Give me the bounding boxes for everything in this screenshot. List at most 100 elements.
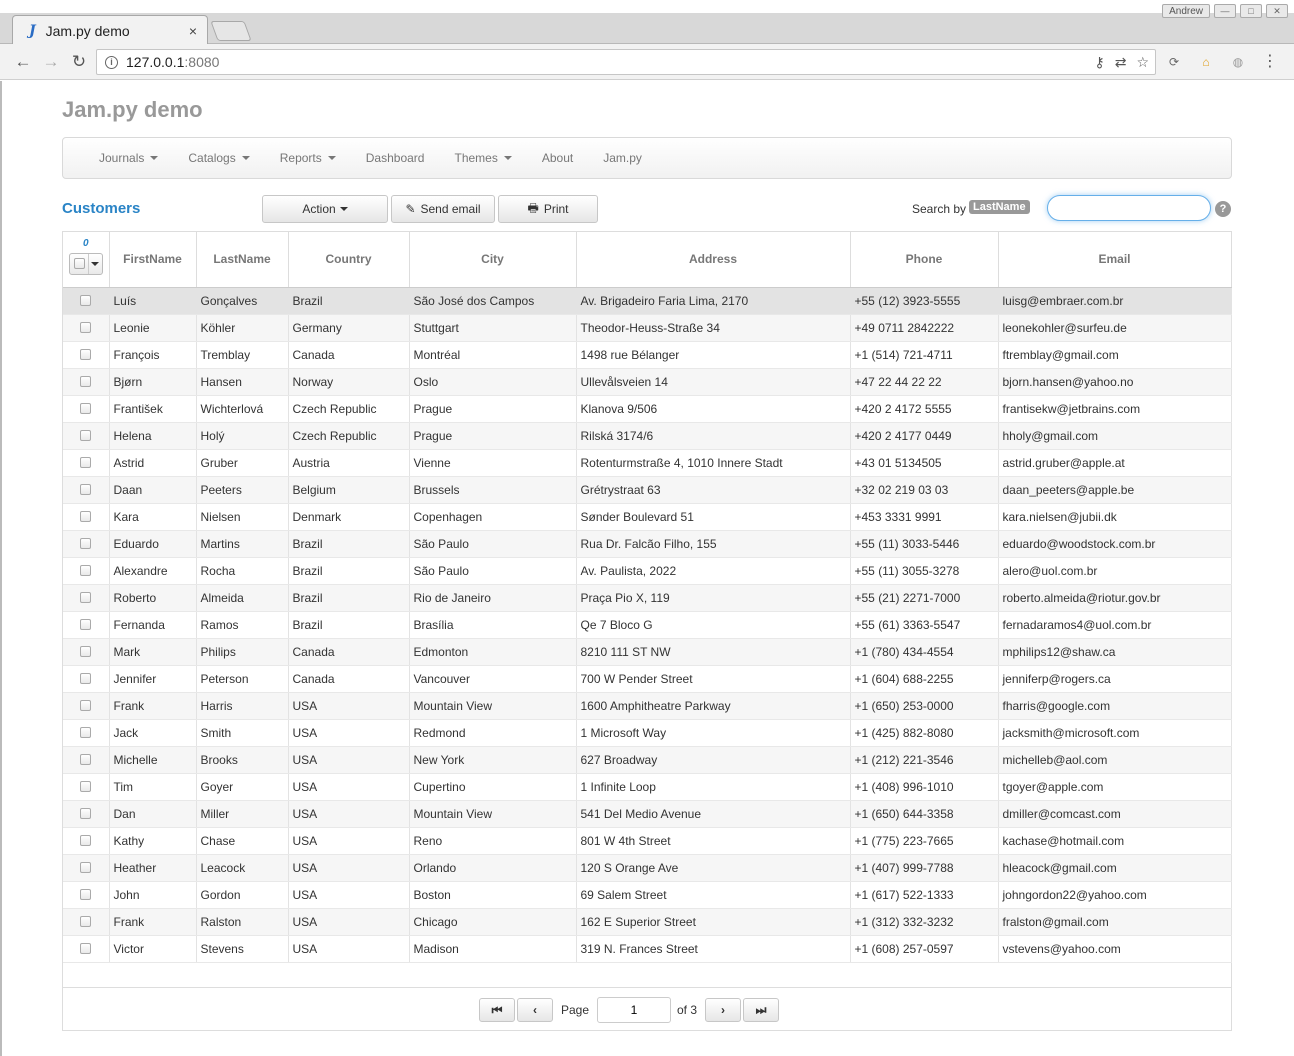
cell-country[interactable]: Brazil: [288, 557, 410, 585]
cell-firstname[interactable]: Bjørn: [109, 368, 197, 396]
cell-country[interactable]: USA: [288, 719, 410, 747]
cell-country[interactable]: USA: [288, 800, 410, 828]
cell-firstname[interactable]: Heather: [109, 854, 197, 882]
cell-lastname[interactable]: Martins: [196, 530, 289, 558]
cell-country[interactable]: Czech Republic: [288, 422, 410, 450]
row-checkbox[interactable]: [80, 673, 92, 684]
column-header-country[interactable]: Country: [288, 232, 410, 288]
cell-country[interactable]: Brazil: [288, 611, 410, 639]
table-row[interactable]: Dan Miller USA Mountain View 541 Del Medio A…: [63, 800, 1232, 828]
menu-item-reports[interactable]: Reports: [265, 138, 351, 178]
cell-address[interactable]: Ullevålsveien 14: [576, 368, 851, 396]
cell-email[interactable]: jenniferp@rogers.ca: [998, 665, 1232, 693]
cell-phone[interactable]: +55 (21) 2271-7000: [850, 584, 999, 612]
cell-country[interactable]: Brazil: [288, 584, 410, 612]
cell-lastname[interactable]: Köhler: [196, 314, 289, 342]
table-row[interactable]: Kara Nielsen Denmark Copenhagen Sønder Boule…: [63, 503, 1232, 531]
column-header-phone[interactable]: Phone: [850, 232, 999, 288]
cell-city[interactable]: Oslo: [409, 368, 577, 396]
cell-address[interactable]: 627 Broadway: [576, 746, 851, 774]
cell-email[interactable]: tgoyer@apple.com: [998, 773, 1232, 801]
cell-phone[interactable]: +1 (604) 688-2255: [850, 665, 999, 693]
row-checkbox[interactable]: [80, 403, 92, 414]
last-page-button[interactable]: ⏭: [743, 998, 779, 1022]
cell-city[interactable]: Brasília: [409, 611, 577, 639]
column-header-city[interactable]: City: [409, 232, 577, 288]
table-row[interactable]: Astrid Gruber Austria Vienne Rotenturmstraße…: [63, 449, 1232, 477]
cell-country[interactable]: Brazil: [288, 287, 410, 315]
cell-email[interactable]: alero@uol.com.br: [998, 557, 1232, 585]
cell-country[interactable]: Brazil: [288, 530, 410, 558]
cell-address[interactable]: Grétrystraat 63: [576, 476, 851, 504]
row-checkbox[interactable]: [80, 538, 92, 549]
cell-city[interactable]: Mountain View: [409, 800, 577, 828]
cell-country[interactable]: USA: [288, 935, 410, 963]
cell-phone[interactable]: +1 (407) 999-7788: [850, 854, 999, 882]
cell-city[interactable]: Vienne: [409, 449, 577, 477]
cell-city[interactable]: Vancouver: [409, 665, 577, 693]
cell-email[interactable]: michelleb@aol.com: [998, 746, 1232, 774]
first-page-button[interactable]: ⏮: [479, 998, 515, 1022]
extension-home-icon[interactable]: ⌂: [1197, 53, 1215, 71]
cell-phone[interactable]: +55 (12) 3923-5555: [850, 287, 999, 315]
table-row[interactable]: Alexandre Rocha Brazil São Paulo Av. Paulist…: [63, 557, 1232, 585]
cell-email[interactable]: eduardo@woodstock.com.br: [998, 530, 1232, 558]
table-row[interactable]: Jack Smith USA Redmond 1 Microsoft Way +1 (42…: [63, 719, 1232, 747]
maximize-icon[interactable]: □: [1240, 4, 1262, 18]
cell-city[interactable]: Chicago: [409, 908, 577, 936]
next-page-button[interactable]: ›: [705, 998, 741, 1022]
cell-address[interactable]: 541 Del Medio Avenue: [576, 800, 851, 828]
print-button[interactable]: 🖶 Print: [498, 195, 598, 223]
help-icon[interactable]: ?: [1215, 201, 1231, 217]
extension-sync-icon[interactable]: ⟳: [1165, 53, 1183, 71]
cell-country[interactable]: Belgium: [288, 476, 410, 504]
cell-phone[interactable]: +32 02 219 03 03: [850, 476, 999, 504]
cell-phone[interactable]: +43 01 5134505: [850, 449, 999, 477]
back-arrow-icon[interactable]: ←: [12, 51, 34, 73]
cell-email[interactable]: mphilips12@shaw.ca: [998, 638, 1232, 666]
cell-phone[interactable]: +1 (775) 223-7665: [850, 827, 999, 855]
table-row[interactable]: Fernanda Ramos Brazil Brasília Qe 7 Bloco G +…: [63, 611, 1232, 639]
page-number-input[interactable]: [597, 997, 671, 1023]
cell-city[interactable]: São Paulo: [409, 530, 577, 558]
cell-email[interactable]: fharris@google.com: [998, 692, 1232, 720]
cell-email[interactable]: fralston@gmail.com: [998, 908, 1232, 936]
cell-country[interactable]: Canada: [288, 665, 410, 693]
table-row[interactable]: Roberto Almeida Brazil Rio de Janeiro Praça …: [63, 584, 1232, 612]
table-row[interactable]: Frank Ralston USA Chicago 162 E Superior Str…: [63, 908, 1232, 936]
cell-address[interactable]: 8210 111 ST NW: [576, 638, 851, 666]
cell-email[interactable]: astrid.gruber@apple.at: [998, 449, 1232, 477]
cell-address[interactable]: Av. Paulista, 2022: [576, 557, 851, 585]
cell-lastname[interactable]: Hansen: [196, 368, 289, 396]
cell-phone[interactable]: +1 (408) 996-1010: [850, 773, 999, 801]
table-row[interactable]: Luís Gonçalves Brazil São José dos Campos Av…: [63, 287, 1232, 315]
cell-country[interactable]: Canada: [288, 341, 410, 369]
cell-phone[interactable]: +1 (425) 882-8080: [850, 719, 999, 747]
cell-address[interactable]: 69 Salem Street: [576, 881, 851, 909]
cell-city[interactable]: Edmonton: [409, 638, 577, 666]
new-tab-button[interactable]: [210, 21, 252, 41]
cell-firstname[interactable]: Frank: [109, 692, 197, 720]
cell-city[interactable]: Prague: [409, 395, 577, 423]
cell-firstname[interactable]: Kathy: [109, 827, 197, 855]
cell-city[interactable]: Copenhagen: [409, 503, 577, 531]
cell-phone[interactable]: +1 (608) 257-0597: [850, 935, 999, 963]
cell-phone[interactable]: +55 (11) 3033-5446: [850, 530, 999, 558]
cell-country[interactable]: USA: [288, 773, 410, 801]
cell-address[interactable]: 319 N. Frances Street: [576, 935, 851, 963]
cell-address[interactable]: 1 Microsoft Way: [576, 719, 851, 747]
cell-firstname[interactable]: Jennifer: [109, 665, 197, 693]
cell-lastname[interactable]: Nielsen: [196, 503, 289, 531]
cell-country[interactable]: USA: [288, 908, 410, 936]
cell-lastname[interactable]: Harris: [196, 692, 289, 720]
cell-lastname[interactable]: Rocha: [196, 557, 289, 585]
cell-phone[interactable]: +1 (212) 221-3546: [850, 746, 999, 774]
cell-city[interactable]: New York: [409, 746, 577, 774]
cell-email[interactable]: bjorn.hansen@yahoo.no: [998, 368, 1232, 396]
cell-phone[interactable]: +55 (11) 3055-3278: [850, 557, 999, 585]
cell-lastname[interactable]: Ralston: [196, 908, 289, 936]
cell-address[interactable]: Rilská 3174/6: [576, 422, 851, 450]
cell-firstname[interactable]: Tim: [109, 773, 197, 801]
row-checkbox[interactable]: [80, 943, 92, 954]
cell-country[interactable]: Czech Republic: [288, 395, 410, 423]
